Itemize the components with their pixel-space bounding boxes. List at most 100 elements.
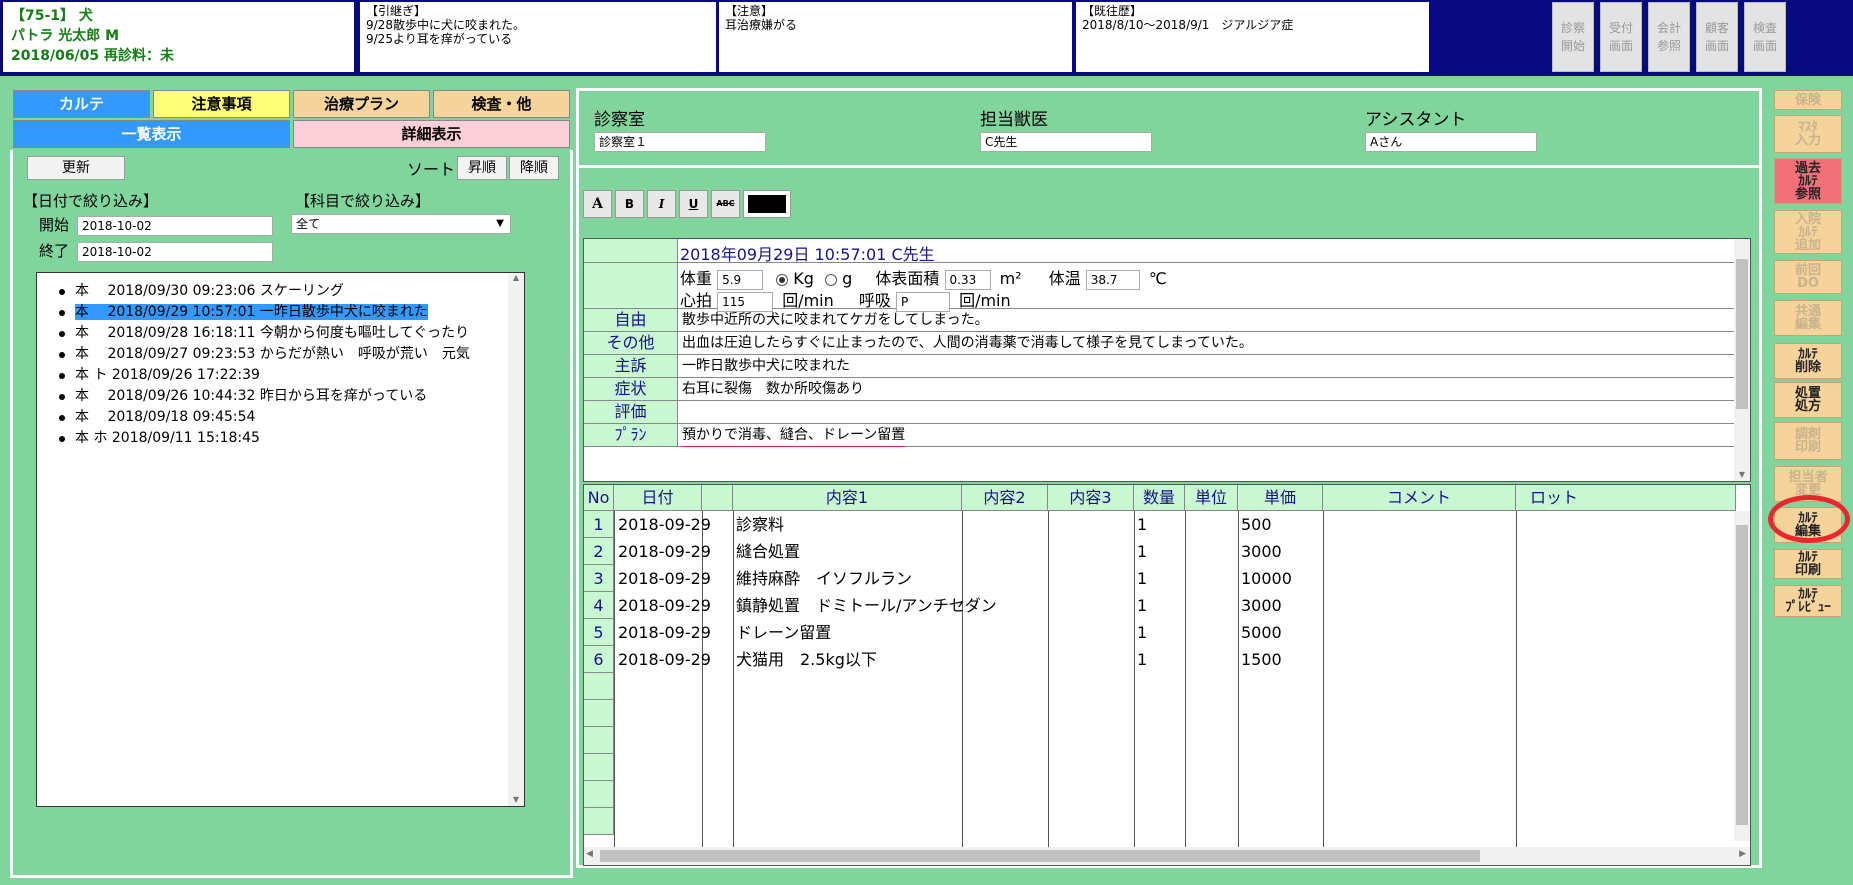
row-number[interactable] — [584, 808, 614, 835]
start-date-input[interactable]: 2018-10-02 — [77, 216, 273, 236]
row-number[interactable]: 3 — [584, 565, 614, 592]
col-header-blank[interactable] — [702, 485, 733, 511]
row-number[interactable] — [584, 754, 614, 781]
row-qty[interactable]: 1 — [1137, 565, 1147, 592]
underline-button[interactable]: U — [679, 190, 708, 218]
list-item[interactable]: 本 2018/09/28 16:18:11 今朝から何度も嘔吐してぐったり — [55, 323, 524, 344]
horizontal-scrollbar[interactable]: ◀ ▶ — [584, 847, 1750, 865]
list-item[interactable]: 本 2018/09/26 10:44:32 昨日から耳を痒がっている — [55, 386, 524, 407]
tab-list-view[interactable]: 一覧表示 — [13, 120, 290, 148]
row-number[interactable]: 4 — [584, 592, 614, 619]
dispensing-print-button[interactable]: 調剤 印刷 — [1774, 422, 1842, 460]
col-header-date[interactable]: 日付 — [614, 485, 702, 511]
col-header-unit[interactable]: 単位 — [1185, 485, 1238, 511]
col-header-no[interactable]: No — [584, 485, 614, 511]
karte-edit-button[interactable]: ｶﾙﾃ 編集 — [1774, 507, 1842, 543]
row-number[interactable] — [584, 781, 614, 808]
row-price[interactable]: 3000 — [1241, 592, 1282, 619]
scroll-up-icon[interactable]: ▲ — [508, 273, 524, 282]
row-content1[interactable]: 鎮静処置 ドミトール/アンチセダン — [736, 592, 997, 619]
row-price[interactable]: 500 — [1241, 511, 1272, 538]
row-date[interactable]: 2018-09-29 — [618, 565, 711, 592]
inpatient-add-button[interactable]: 入院 ｶﾙﾃ 追加 — [1774, 210, 1842, 254]
row-qty[interactable]: 1 — [1137, 646, 1147, 673]
row-content1[interactable]: 犬猫用 2.5kg以下 — [736, 646, 877, 673]
row-number[interactable]: 6 — [584, 646, 614, 673]
row-price[interactable]: 1500 — [1241, 646, 1282, 673]
list-scrollbar[interactable]: ▲ ▼ — [508, 273, 524, 806]
doctor-input[interactable]: C先生 — [980, 132, 1152, 152]
row-qty[interactable]: 1 — [1137, 619, 1147, 646]
scrollbar-thumb[interactable] — [1736, 525, 1748, 825]
room-input[interactable]: 診察室１ — [594, 132, 766, 152]
past-karte-button[interactable]: 過去 ｶﾙﾃ 参照 — [1774, 158, 1842, 204]
row-number[interactable]: 1 — [584, 511, 614, 538]
row-number[interactable]: 2 — [584, 538, 614, 565]
tab-karte[interactable]: カルテ — [13, 90, 150, 118]
exam-screen-button[interactable]: 検査 画面 — [1744, 2, 1786, 72]
g-radio[interactable] — [825, 273, 838, 286]
scroll-right-icon[interactable]: ▶ — [1739, 849, 1746, 859]
row-date[interactable]: 2018-09-29 — [618, 538, 711, 565]
master-input-button[interactable]: ﾏｽﾀ 入力 — [1774, 115, 1842, 153]
list-item[interactable]: 本 2018/09/30 09:23:06 スケーリング — [55, 281, 524, 302]
scroll-down-icon[interactable]: ▼ — [1734, 470, 1750, 479]
row-date[interactable]: 2018-09-29 — [618, 619, 711, 646]
items-scrollbar[interactable] — [1734, 511, 1750, 841]
scrollbar-thumb[interactable] — [1736, 259, 1748, 409]
field-value[interactable]: 一昨日散歩中犬に咬まれた — [682, 355, 850, 377]
list-item[interactable]: 本 2018/09/27 09:23:53 からだが熱い 呼吸が荒い 元気 — [55, 344, 524, 365]
row-price[interactable]: 10000 — [1241, 565, 1292, 592]
row-number[interactable] — [584, 727, 614, 754]
kg-radio[interactable] — [776, 273, 789, 286]
field-value[interactable]: 散歩中近所の犬に咬まれてケガをしてしまった。 — [682, 309, 989, 331]
sort-desc-button[interactable]: 降順 — [509, 156, 559, 180]
subject-select[interactable]: 全て ▼ — [291, 214, 511, 234]
tab-exam-other[interactable]: 検査・他 — [433, 90, 570, 118]
col-header-content3[interactable]: 内容3 — [1048, 485, 1134, 511]
field-value[interactable]: 右耳に裂傷 数か所咬傷あり — [682, 378, 864, 400]
karte-delete-button[interactable]: ｶﾙﾃ 削除 — [1774, 343, 1842, 379]
change-staff-button[interactable]: 担当者 変更 — [1774, 466, 1842, 502]
row-qty[interactable]: 1 — [1137, 511, 1147, 538]
row-content1[interactable]: 維持麻酔 イソフルラン — [736, 565, 912, 592]
col-header-price[interactable]: 単価 — [1238, 485, 1323, 511]
end-date-input[interactable]: 2018-10-02 — [77, 242, 273, 262]
row-price[interactable]: 5000 — [1241, 619, 1282, 646]
text-color-button[interactable] — [743, 190, 791, 218]
list-item[interactable]: 本 2018/09/18 09:45:54 — [55, 407, 524, 428]
list-item[interactable]: 本 ホ 2018/09/11 15:18:45 — [55, 428, 524, 449]
reception-button[interactable]: 受付 画面 — [1600, 2, 1642, 72]
sort-asc-button[interactable]: 昇順 — [457, 156, 507, 180]
record-scrollbar[interactable]: ▼ — [1734, 239, 1750, 481]
common-edit-button[interactable]: 共通 編集 — [1774, 300, 1842, 336]
col-header-content1[interactable]: 内容1 — [733, 485, 962, 511]
start-exam-button[interactable]: 診察 開始 — [1552, 2, 1594, 72]
temp-input[interactable]: 38.7 — [1085, 269, 1140, 290]
assistant-input[interactable]: Aさん — [1365, 132, 1537, 152]
bold-button[interactable]: B — [615, 190, 644, 218]
field-value[interactable]: 出血は圧迫したらすぐに止まったので、人間の消毒薬で消毒して様子を見てしまっていた… — [682, 332, 1253, 354]
karte-print-button[interactable]: ｶﾙﾃ 印刷 — [1774, 549, 1842, 579]
row-date[interactable]: 2018-09-29 — [618, 646, 711, 673]
karte-preview-button[interactable]: ｶﾙﾃ ﾌﾟﾚﾋﾞｭｰ — [1774, 585, 1842, 617]
customer-button[interactable]: 顧客 画面 — [1696, 2, 1738, 72]
strikethrough-button[interactable]: ABC — [711, 190, 740, 218]
row-date[interactable]: 2018-09-29 — [618, 592, 711, 619]
col-header-comment[interactable]: コメント — [1323, 485, 1516, 511]
italic-button[interactable]: I — [647, 190, 676, 218]
insurance-button[interactable]: 保険 — [1774, 90, 1842, 110]
row-content1[interactable]: 診察料 — [736, 511, 784, 538]
row-number[interactable]: 5 — [584, 619, 614, 646]
row-date[interactable]: 2018-09-29 — [618, 511, 711, 538]
tab-treatment-plan[interactable]: 治療プラン — [293, 90, 430, 118]
row-number[interactable] — [584, 700, 614, 727]
col-header-lot[interactable]: ロット — [1516, 485, 1736, 511]
col-header-qty[interactable]: 数量 — [1134, 485, 1185, 511]
scrollbar-thumb[interactable] — [600, 850, 1480, 862]
row-content1[interactable]: 縫合処置 — [736, 538, 800, 565]
previous-do-button[interactable]: 前回 DO — [1774, 260, 1842, 294]
list-item[interactable]: 本 ト 2018/09/26 17:22:39 — [55, 365, 524, 386]
row-price[interactable]: 3000 — [1241, 538, 1282, 565]
tab-cautions[interactable]: 注意事項 — [153, 90, 290, 118]
